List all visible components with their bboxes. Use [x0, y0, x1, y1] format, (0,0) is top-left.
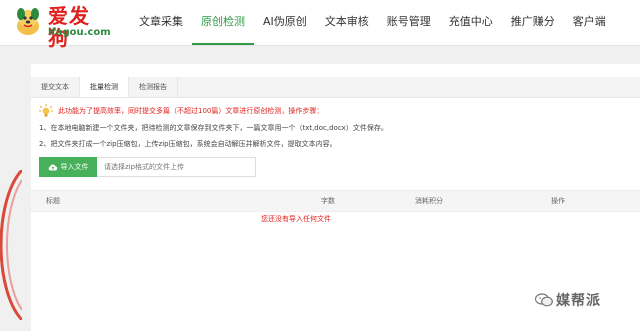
side-decoration — [0, 170, 22, 320]
cloud-upload-icon — [48, 164, 57, 171]
step-2: 2、把文件夹打成一个zip压缩包，上传zip压缩包，系统会自动解压并解析文件，提… — [39, 140, 337, 148]
nav-item-ai-rewrite[interactable]: AI伪原创 — [254, 0, 316, 45]
notice: 此功能为了提高效率，同时提交多篇（不超过100篇）文章进行原创检测，操作步骤： — [39, 104, 323, 118]
watermark: 媒帮派 — [535, 290, 601, 310]
nav-item-account[interactable]: 账号管理 — [378, 0, 440, 45]
zip-file-input[interactable] — [97, 157, 256, 177]
nav-item-text-review[interactable]: 文本审核 — [316, 0, 378, 45]
nav-item-promotion[interactable]: 推广赚分 — [502, 0, 564, 45]
tab-bar: 提交文本 批量检测 检测报告 — [31, 77, 640, 98]
notice-text: 此功能为了提高效率，同时提交多篇（不超过100篇）文章进行原创检测，操作步骤： — [58, 107, 324, 115]
tab-batch-check[interactable]: 批量检测 — [80, 77, 129, 97]
top-header: 爱发狗 ifagou.com 文章采集 原创检测 AI伪原创 文本审核 账号管理… — [0, 0, 640, 49]
tab-check-report[interactable]: 检测报告 — [129, 77, 178, 97]
lightbulb-icon — [39, 104, 53, 117]
column-word-count: 字数 — [321, 197, 335, 205]
column-points-cost: 消耗积分 — [415, 197, 443, 205]
import-button-label: 导入文件 — [60, 163, 89, 171]
nav-item-recharge[interactable]: 充值中心 — [440, 0, 502, 45]
empty-table-message: 您还没有导入任何文件 — [261, 215, 331, 223]
step-1: 1、在本地电脑新建一个文件夹，把待检测的文章保存到文件夹下，一篇文章用一个（tx… — [39, 124, 388, 132]
column-title: 标题 — [46, 197, 60, 205]
nav-item-article-collect[interactable]: 文章采集 — [130, 0, 192, 45]
wechat-icon — [535, 293, 553, 307]
tab-submit-text[interactable]: 提交文本 — [31, 77, 80, 97]
watermark-text: 媒帮派 — [556, 293, 601, 309]
nav-item-client[interactable]: 客户端 — [564, 0, 615, 45]
column-actions: 操作 — [551, 197, 565, 205]
table-header: 标题 字数 消耗积分 操作 — [31, 190, 640, 212]
site-logo[interactable]: 爱发狗 ifagou.com — [10, 4, 111, 49]
brand-domain: ifagou.com — [48, 27, 111, 38]
nav-item-originality-check[interactable]: 原创检测 — [192, 0, 254, 45]
dog-mascot-icon — [17, 8, 39, 35]
upload-row: 导入文件 — [39, 157, 256, 177]
main-nav: 文章采集 原创检测 AI伪原创 文本审核 账号管理 充值中心 推广赚分 客户端 — [130, 0, 615, 45]
import-file-button[interactable]: 导入文件 — [39, 157, 97, 177]
